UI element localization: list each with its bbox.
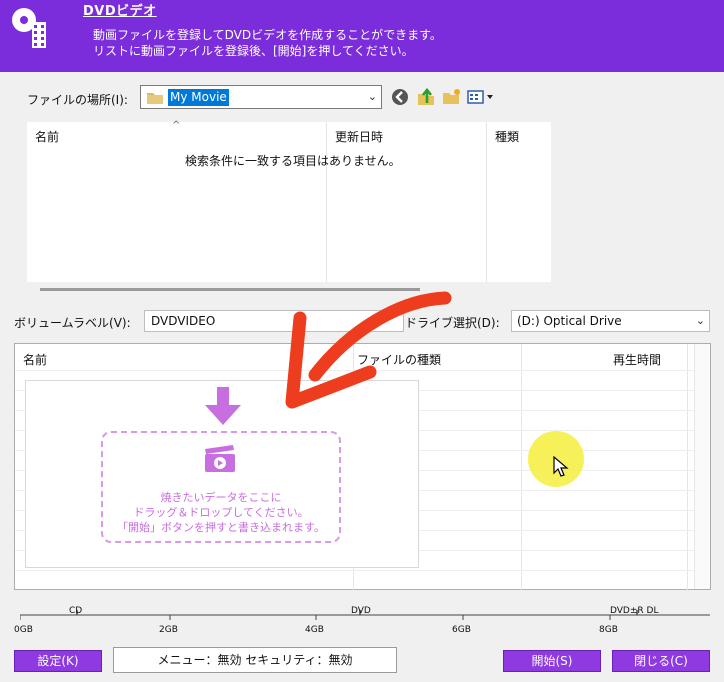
gauge-scale-label: 6GB <box>452 625 471 635</box>
vertical-scrollbar[interactable] <box>694 344 710 589</box>
new-folder-icon[interactable] <box>442 87 462 107</box>
drive-select-label: ドライブ選択(D): <box>405 316 500 330</box>
mouse-pointer-icon <box>553 456 569 477</box>
gauge-marker-dvd-dl: DVD±R DL <box>610 606 659 616</box>
gauge-marker-cd: CD <box>69 606 83 616</box>
drop-zone[interactable]: 焼きたいデータをここに ドラッグ＆ドロップしてください。 「開始」ボタンを押すと… <box>101 431 341 543</box>
gauge-marker-dvd: DVD <box>351 606 371 616</box>
chevron-down-icon[interactable]: ⌄ <box>696 314 705 327</box>
drop-zone-text-1: 焼きたいデータをここに <box>160 491 282 504</box>
status-display: メニュー：無効 セキュリティ：無効 <box>113 647 397 673</box>
location-label: ファイルの場所(I): <box>27 93 128 107</box>
file-list-header-type[interactable]: 種類 <box>495 128 519 145</box>
description-line-2: リストに動画ファイルを登録後、[開始]を押してください。 <box>93 44 414 58</box>
empty-list-message: 検索条件に一致する項目はありません。 <box>185 154 401 168</box>
gauge-scale-label: 4GB <box>305 625 324 635</box>
column-divider <box>687 344 688 591</box>
track-row-line <box>15 570 710 571</box>
file-list-column <box>327 122 487 282</box>
location-value: My Movie <box>168 89 229 106</box>
settings-button[interactable]: 設定(K) <box>14 650 102 672</box>
dvd-video-app-icon <box>12 8 46 48</box>
file-list-column <box>27 122 327 282</box>
file-list-header-name[interactable]: 名前 <box>35 128 59 145</box>
video-clapper-icon <box>205 445 235 472</box>
file-list-header-modified[interactable]: 更新日時 <box>335 128 383 145</box>
column-divider <box>521 344 522 591</box>
dialog-description: 動画ファイルを登録してDVDビデオを作成することができます。 リストに動画ファイ… <box>93 27 442 59</box>
drop-zone-text-3: 「開始」ボタンを押すと書き込まれます。 <box>117 521 325 534</box>
folder-icon <box>147 93 163 104</box>
close-button[interactable]: 閉じる(C) <box>612 650 710 672</box>
gauge-scale-label: 0GB <box>14 625 33 635</box>
location-combobox[interactable]: My Movie ⌄ <box>140 85 382 109</box>
description-line-1: 動画ファイルを登録してDVDビデオを作成することができます。 <box>93 28 442 42</box>
volume-label-input[interactable]: DVDVIDEO <box>144 310 404 332</box>
file-browser-list[interactable]: ^ 名前 更新日時 種類 検索条件に一致する項目はありません。 <box>27 120 551 282</box>
drive-select-value: (D:) Optical Drive <box>517 314 622 328</box>
sort-ascending-icon: ^ <box>172 120 181 131</box>
dialog-title: DVDビデオ <box>83 4 157 19</box>
track-list-header-name[interactable]: 名前 <box>23 351 47 368</box>
gauge-scale-label: 8GB <box>599 625 618 635</box>
arrow-down-icon <box>205 387 241 425</box>
gauge-scale-label: 2GB <box>159 625 178 635</box>
horizontal-scrollbar[interactable] <box>40 288 420 291</box>
view-menu-icon[interactable] <box>466 87 496 107</box>
back-icon[interactable] <box>390 87 410 107</box>
start-button[interactable]: 開始(S) <box>503 650 601 672</box>
drop-zone-text-2: ドラッグ＆ドロップしてください。 <box>133 506 309 519</box>
track-row-line <box>15 370 710 371</box>
drop-hint-panel[interactable]: 焼きたいデータをここに ドラッグ＆ドロップしてください。 「開始」ボタンを押すと… <box>25 380 419 568</box>
track-list-header-duration[interactable]: 再生時間 <box>613 351 661 368</box>
dialog-header: DVDビデオ 動画ファイルを登録してDVDビデオを作成することができます。 リス… <box>0 0 724 72</box>
track-list-header-type[interactable]: ファイルの種類 <box>357 351 441 368</box>
volume-label-caption: ボリュームラベル(V): <box>14 316 131 330</box>
chevron-down-icon[interactable]: ⌄ <box>368 90 377 103</box>
drive-select[interactable]: (D:) Optical Drive ⌄ <box>511 310 710 332</box>
up-folder-icon[interactable] <box>416 87 436 107</box>
